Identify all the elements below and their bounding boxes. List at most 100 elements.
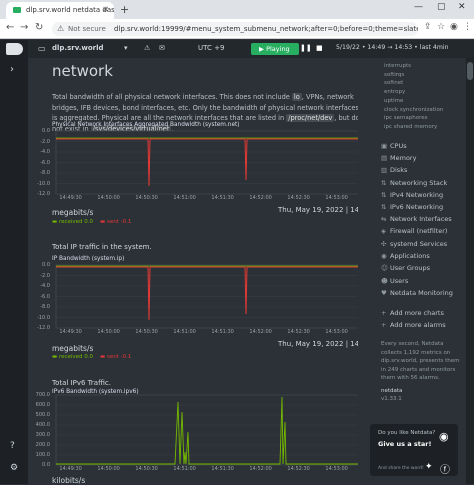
bookmark-star-icon[interactable]: ☆ [437, 22, 445, 32]
info-line: Every second, Netdata [381, 341, 444, 347]
date-range[interactable]: 5/19/22 • 14:49 → 14:53 • last 4min [336, 44, 449, 51]
menu-item[interactable]: ♥ Netdata Monitoring [381, 289, 453, 297]
menu-item[interactable]: ▣ CPUs [381, 142, 407, 150]
host-icon: ▭ [38, 44, 46, 53]
x-tick-label: 14:51:30 [211, 195, 234, 201]
legend-received-label[interactable]: received [59, 354, 83, 360]
menu-label: Memory [390, 154, 417, 162]
legend-sent-label[interactable]: sent [107, 219, 119, 225]
y-tick-label: -6.0 [40, 293, 50, 300]
menu-item[interactable]: ◉ Applications [381, 252, 430, 260]
menu-item[interactable]: ◈ Firewall (netfilter) [381, 227, 447, 235]
menu-item[interactable]: ⇅ IPv6 Networking [381, 203, 443, 211]
legend-sent-value: -0.1 [120, 219, 132, 225]
url-input[interactable]: ⚠ Not secure dlp.srv.world:19999/#menu_s… [52, 22, 418, 36]
menu-item[interactable]: ▤ Memory [381, 154, 416, 162]
star-cta[interactable]: Give us a star! [378, 440, 431, 448]
close-tab-icon[interactable]: ✕ [102, 5, 109, 14]
host-name[interactable]: dlp.srv.world [52, 44, 104, 52]
brand-name: netdata [381, 387, 403, 394]
x-tick-label: 14:50:30 [135, 329, 158, 335]
expand-chevron-icon[interactable]: › [10, 64, 14, 75]
submenu-item[interactable]: ipc shared memory [384, 124, 437, 130]
browser-tab[interactable]: dlp.srv.world netdata dashboard ✕ [6, 2, 114, 19]
info-line: in 249 charts and monitors [381, 366, 456, 373]
netdata-favicon-icon [13, 7, 21, 13]
help-icon[interactable]: ? [10, 441, 15, 451]
host-dropdown-icon[interactable]: ▾ [124, 44, 128, 52]
not-secure-icon: ⚠ [57, 24, 65, 33]
menu-item[interactable]: ☺ User Groups [381, 264, 430, 272]
menu-kebab-icon[interactable]: ⋮ [463, 22, 472, 32]
new-tab-button[interactable]: + [120, 3, 129, 16]
legend-received-label[interactable]: received [59, 219, 83, 225]
y-tick-label: 0.0 [42, 262, 50, 268]
menu-label: CPUs [390, 142, 407, 150]
alarm-icon[interactable]: ⚠ [144, 44, 150, 52]
playing-button[interactable]: ▶ Playing [251, 43, 299, 55]
back-icon[interactable]: ← [6, 22, 14, 33]
desc-text: Total bandwidth of all physical network … [52, 93, 292, 101]
menu-item[interactable]: + Add more alarms [381, 321, 446, 329]
x-tick-label: 14:50:00 [97, 466, 120, 472]
playing-label: Playing [266, 45, 290, 53]
forward-icon[interactable]: → [20, 22, 28, 33]
version-label: v1.33.1 [381, 396, 402, 402]
settings-gear-icon[interactable]: ⚙ [10, 463, 18, 473]
bell-icon[interactable]: ✉ [159, 44, 165, 52]
maximize-icon[interactable]: ▢ [437, 2, 446, 12]
submenu-item[interactable]: ipc semaphores [384, 115, 428, 121]
x-tick-label: 14:50:30 [135, 195, 158, 201]
chart-unit: megabits/s [52, 344, 94, 353]
menu-label: Netdata Monitoring [390, 289, 453, 297]
chart-ip[interactable] [30, 262, 360, 334]
menu-item[interactable]: ⇅ IPv4 Networking [381, 191, 443, 199]
menu-item[interactable]: ☻ Users [381, 277, 408, 285]
submenu-item[interactable]: softnet [384, 80, 403, 86]
scrollbar[interactable] [466, 58, 474, 484]
y-tick-label: -4.0 [40, 283, 50, 289]
github-icon[interactable]: ◉ [439, 430, 449, 443]
minimize-icon[interactable]: — [414, 2, 423, 12]
submenu-item[interactable]: clock synchronization [384, 107, 443, 113]
menu-item[interactable]: + Add more charts [381, 309, 444, 317]
menu-item[interactable]: ✣ systemd Services [381, 240, 447, 248]
profile-icon[interactable]: ◉ [450, 22, 458, 32]
submenu-item[interactable]: softirqs [384, 72, 404, 78]
menu-icon: ⇅ [381, 191, 387, 199]
pause-icon[interactable]: ❚❚ [300, 44, 312, 52]
submenu-item[interactable]: interrupts [384, 63, 411, 69]
y-tick-label: 600.0 [35, 402, 50, 408]
y-tick-label: 300.0 [35, 432, 50, 438]
timezone-selector[interactable]: UTC +9 [198, 44, 224, 52]
x-tick-label: 14:52:00 [249, 195, 272, 201]
netdata-side-rail [0, 40, 28, 484]
menu-item[interactable]: ⇆ Network Interfaces [381, 215, 452, 223]
netdata-logo-icon[interactable] [6, 43, 23, 55]
menu-label: Users [390, 277, 409, 285]
menu-item[interactable]: ⇅ Networking Stack [381, 179, 447, 187]
y-tick-label: -8.0 [40, 170, 50, 176]
y-tick-label: -10.0 [37, 314, 50, 321]
sent-swatch: ▬ [100, 354, 106, 360]
menu-label: IPv4 Networking [390, 191, 444, 199]
submenu-item[interactable]: uptime [384, 98, 403, 104]
stop-icon[interactable]: ■ [316, 44, 323, 52]
reload-icon[interactable]: ↻ [35, 22, 43, 33]
share-icon[interactable]: ⇪ [424, 22, 432, 32]
legend-received-value: 0.0 [84, 354, 94, 360]
x-tick-label: 14:51:30 [211, 466, 234, 472]
close-window-icon[interactable]: ✕ [458, 2, 466, 12]
y-tick-label: -4.0 [40, 149, 50, 155]
facebook-icon[interactable]: ⓕ [440, 461, 450, 476]
y-tick-label: -12.0 [37, 325, 50, 331]
legend-sent-label[interactable]: sent [107, 354, 119, 360]
scrollbar-thumb[interactable] [467, 62, 473, 80]
menu-label: IPv6 Networking [390, 203, 444, 211]
submenu-item[interactable]: entropy [384, 89, 405, 95]
y-tick-label: 500.0 [35, 412, 50, 418]
chart-net[interactable] [30, 128, 360, 200]
menu-item[interactable]: ▥ Disks [381, 166, 407, 174]
twitter-icon[interactable]: ✦ [425, 462, 433, 472]
chart-ipv6[interactable] [30, 392, 360, 472]
